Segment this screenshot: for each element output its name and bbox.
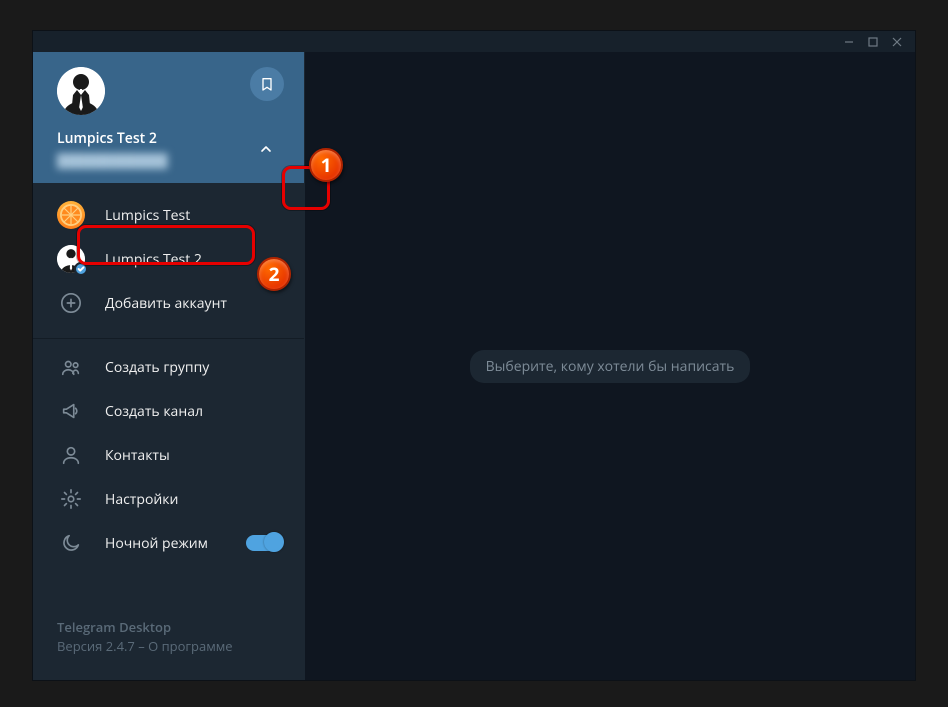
app-name: Telegram Desktop [57, 618, 280, 637]
account-avatar [57, 201, 85, 229]
close-button[interactable] [885, 31, 909, 52]
avatar[interactable] [57, 67, 105, 115]
saved-messages-button[interactable] [250, 67, 284, 101]
menu-new-group[interactable]: Создать группу [33, 345, 304, 389]
menu-new-channel[interactable]: Создать канал [33, 389, 304, 433]
contacts-icon [60, 444, 82, 466]
menu-label: Контакты [105, 446, 170, 465]
group-icon [60, 356, 82, 378]
account-label: Lumpics Test 2 [105, 250, 202, 269]
orange-slice-icon [60, 204, 82, 226]
account-item-lumpics-test[interactable]: Lumpics Test [33, 193, 304, 237]
minimize-button[interactable] [837, 31, 861, 52]
menu-night-mode[interactable]: Ночной режим [33, 521, 304, 565]
menu-label: Ночной режим [105, 534, 208, 553]
profile-phone: ████████████ [57, 151, 168, 169]
chevron-up-icon [258, 141, 274, 157]
bookmark-icon [259, 76, 275, 92]
night-mode-toggle[interactable] [246, 535, 282, 551]
menu-label: Создать канал [105, 402, 203, 421]
menu-label: Настройки [105, 490, 178, 509]
titlebar [33, 31, 915, 52]
profile-name: Lumpics Test 2 [57, 129, 168, 148]
account-item-lumpics-test-2[interactable]: Lumpics Test 2 [33, 237, 304, 281]
moon-icon [60, 532, 82, 554]
add-account-item[interactable]: Добавить аккаунт [33, 281, 304, 325]
app-version[interactable]: Версия 2.4.7 – О программе [57, 637, 280, 656]
menu-label: Создать группу [105, 358, 209, 377]
sidebar-footer: Telegram Desktop Версия 2.4.7 – О програ… [33, 618, 304, 680]
sidebar: Lumpics Test 2 ████████████ [33, 52, 305, 680]
empty-placeholder: Выберите, кому хотели бы написать [470, 350, 751, 383]
maximize-button[interactable] [861, 31, 885, 52]
check-icon [77, 265, 85, 273]
profile-header: Lumpics Test 2 ████████████ [33, 52, 304, 183]
app-window: Lumpics Test 2 ████████████ [32, 30, 916, 681]
active-account-badge [74, 262, 88, 276]
accounts-toggle-button[interactable] [248, 132, 284, 166]
divider [33, 338, 304, 339]
avatar-suit-icon [57, 67, 105, 115]
gear-icon [60, 488, 82, 510]
megaphone-icon [60, 400, 82, 422]
menu-label: Добавить аккаунт [105, 294, 227, 313]
menu-contacts[interactable]: Контакты [33, 433, 304, 477]
main-menu: Создать группу Создать канал Контакты На… [33, 345, 304, 565]
accounts-list: Lumpics Test [33, 183, 304, 335]
account-label: Lumpics Test [105, 206, 190, 225]
menu-settings[interactable]: Настройки [33, 477, 304, 521]
add-account-icon [60, 292, 82, 314]
main-empty-state: Выберите, кому хотели бы написать [305, 52, 915, 680]
account-avatar [57, 245, 85, 273]
